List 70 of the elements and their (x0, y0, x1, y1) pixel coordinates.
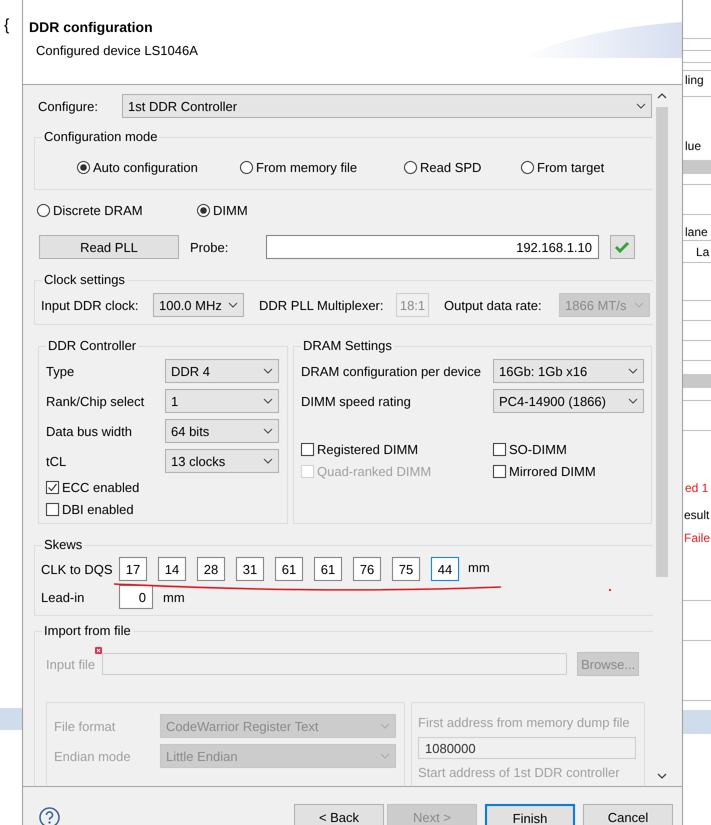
field-label: File format (54, 718, 116, 734)
skew-field[interactable]: 14 (158, 557, 186, 581)
background-text: Faile (684, 530, 710, 546)
unit-label: mm (468, 560, 490, 574)
dropdown[interactable]: DDR 4 (165, 359, 279, 383)
background-text: ed 1 (685, 480, 708, 496)
field-label: Start address of 1st DDR controller (418, 765, 621, 781)
dialog-subtitle: Configured device LS1046A (36, 43, 198, 59)
probe-address-field[interactable]: 192.168.1.10 (266, 235, 599, 259)
field-label: Output data rate: (444, 298, 543, 312)
unit-label: mm (163, 590, 185, 604)
skew-field[interactable]: 61 (275, 557, 303, 581)
skew-field[interactable]: 76 (353, 557, 381, 581)
radio-option[interactable]: Auto configuration (77, 159, 198, 175)
field-label: Rank/Chip select (46, 394, 146, 408)
field-label: Data bus width (46, 424, 133, 438)
radio-option[interactable]: DIMM (197, 202, 248, 218)
field-label: First address from memory dump file (418, 715, 631, 731)
group-title: Import from file (44, 623, 131, 638)
radio-option[interactable]: Read SPD (404, 159, 482, 175)
radio-option[interactable]: From memory file (240, 159, 358, 175)
skew-field[interactable]: 44 (431, 557, 459, 581)
field-label: tCL (46, 454, 68, 468)
skew-field[interactable]: 28 (197, 557, 225, 581)
skew-field[interactable]: 31 (236, 557, 264, 581)
field-label: Probe: (190, 240, 230, 254)
dialog-button[interactable]: < Back (294, 804, 384, 825)
background-text: lue (685, 138, 702, 154)
skew-field[interactable]: 61 (314, 557, 342, 581)
dropdown[interactable]: 1 (165, 389, 279, 413)
group-title: Skews (44, 537, 82, 552)
dropdown[interactable]: 1st DDR Controller (122, 94, 652, 118)
background-text: La (696, 244, 710, 260)
skew-field[interactable]: 17 (119, 557, 147, 581)
background-text: esult (684, 507, 710, 523)
field-label: Input DDR clock: (41, 298, 140, 312)
field-label: DDR PLL Multiplexer: (259, 298, 385, 312)
field-label: Configure: (38, 98, 99, 114)
field-label: DRAM configuration per device (301, 364, 482, 378)
checkbox-option[interactable]: SO-DIMM (493, 441, 567, 457)
field-label: DIMM speed rating (301, 394, 412, 408)
dropdown[interactable]: 13 clocks (165, 449, 279, 473)
field-label: Type (46, 364, 76, 378)
checkbox-option[interactable]: DBI enabled (46, 501, 134, 517)
radio-option[interactable]: Discrete DRAM (37, 202, 143, 218)
field-label: Lead-in (41, 590, 86, 604)
dropdown[interactable]: PC4-14900 (1866) (493, 389, 644, 413)
dropdown[interactable]: 64 bits (165, 419, 279, 443)
skew-field[interactable]: 75 (392, 557, 420, 581)
dropdown[interactable]: 16Gb: 1Gb x16 (493, 359, 644, 383)
background-text: lane (685, 224, 708, 240)
dropdown[interactable]: 100.0 MHz (153, 293, 244, 317)
dialog-title: DDR configuration (29, 18, 153, 36)
lead-in-field[interactable]: 0 (119, 585, 153, 609)
checkbox-option[interactable]: Registered DIMM (301, 441, 418, 457)
group-title: Configuration mode (44, 129, 158, 144)
group-title: DDR Controller (48, 338, 136, 353)
group-title: Clock settings (44, 272, 125, 287)
code-brace: { (4, 18, 10, 34)
radio-option[interactable]: From target (521, 159, 604, 175)
checkbox-option[interactable]: ECC enabled (46, 479, 140, 495)
read-pll-button[interactable]: Read PLL (39, 235, 179, 259)
background-text: ling (685, 72, 704, 88)
group-title: DRAM Settings (303, 338, 392, 353)
dialog-button[interactable]: Cancel (583, 804, 673, 825)
checkbox-option[interactable]: Mirrored DIMM (493, 463, 596, 479)
dialog-button[interactable]: Finish (485, 804, 575, 825)
field-label: CLK to DQS (41, 562, 114, 576)
field-label: Endian mode (54, 748, 132, 764)
field-label: Input file (46, 656, 96, 672)
